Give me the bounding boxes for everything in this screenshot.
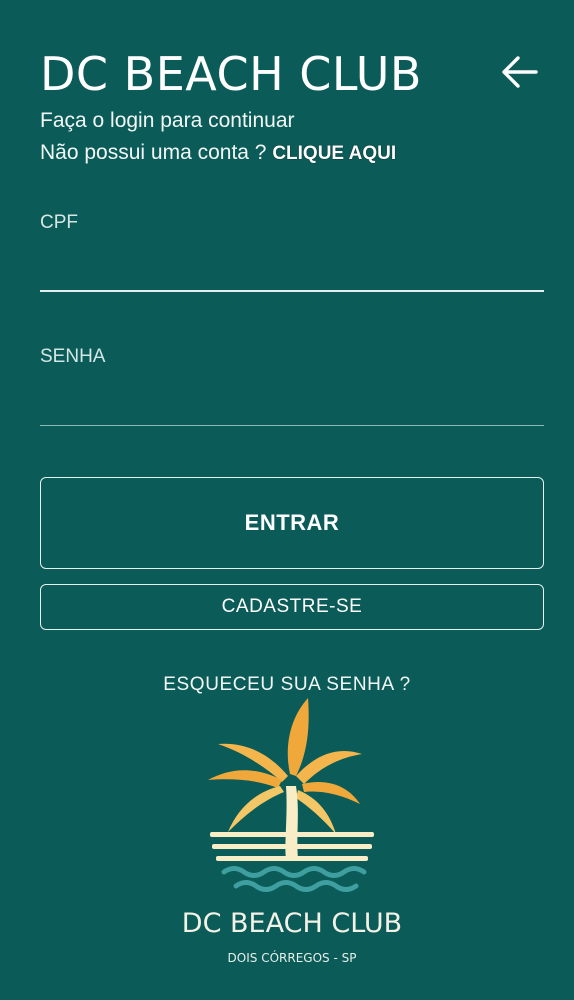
logo-location: DOIS CÓRREGOS - SP	[228, 950, 357, 965]
arrow-left-icon[interactable]	[500, 54, 538, 90]
login-subtitle: Faça o login para continuar	[40, 109, 295, 132]
signup-prompt-text: Não possui uma conta ?	[40, 141, 273, 164]
signup-prompt: Não possui uma conta ? CLIQUE AQUI	[40, 140, 396, 167]
app-header: DC BEACH CLUB	[40, 44, 540, 104]
logo-name: DC BEACH CLUB	[182, 908, 402, 939]
palm-tree-icon	[208, 698, 374, 892]
forgot-password-link[interactable]: ESQUECEU SUA SENHA ?	[0, 674, 574, 696]
cpf-input[interactable]	[40, 246, 544, 286]
password-input[interactable]	[40, 380, 544, 420]
club-logo: DC BEACH CLUB DOIS CÓRREGOS - SP	[182, 698, 402, 965]
cpf-underline	[40, 290, 544, 292]
register-button[interactable]: CADASTRE-SE	[40, 584, 544, 630]
signup-link[interactable]: CLIQUE AQUI	[272, 143, 396, 164]
cpf-label: CPF	[40, 212, 78, 233]
page-title: DC BEACH CLUB	[40, 47, 422, 101]
password-label: SENHA	[40, 346, 106, 367]
password-underline	[40, 425, 544, 426]
enter-button[interactable]: ENTRAR	[40, 477, 544, 569]
